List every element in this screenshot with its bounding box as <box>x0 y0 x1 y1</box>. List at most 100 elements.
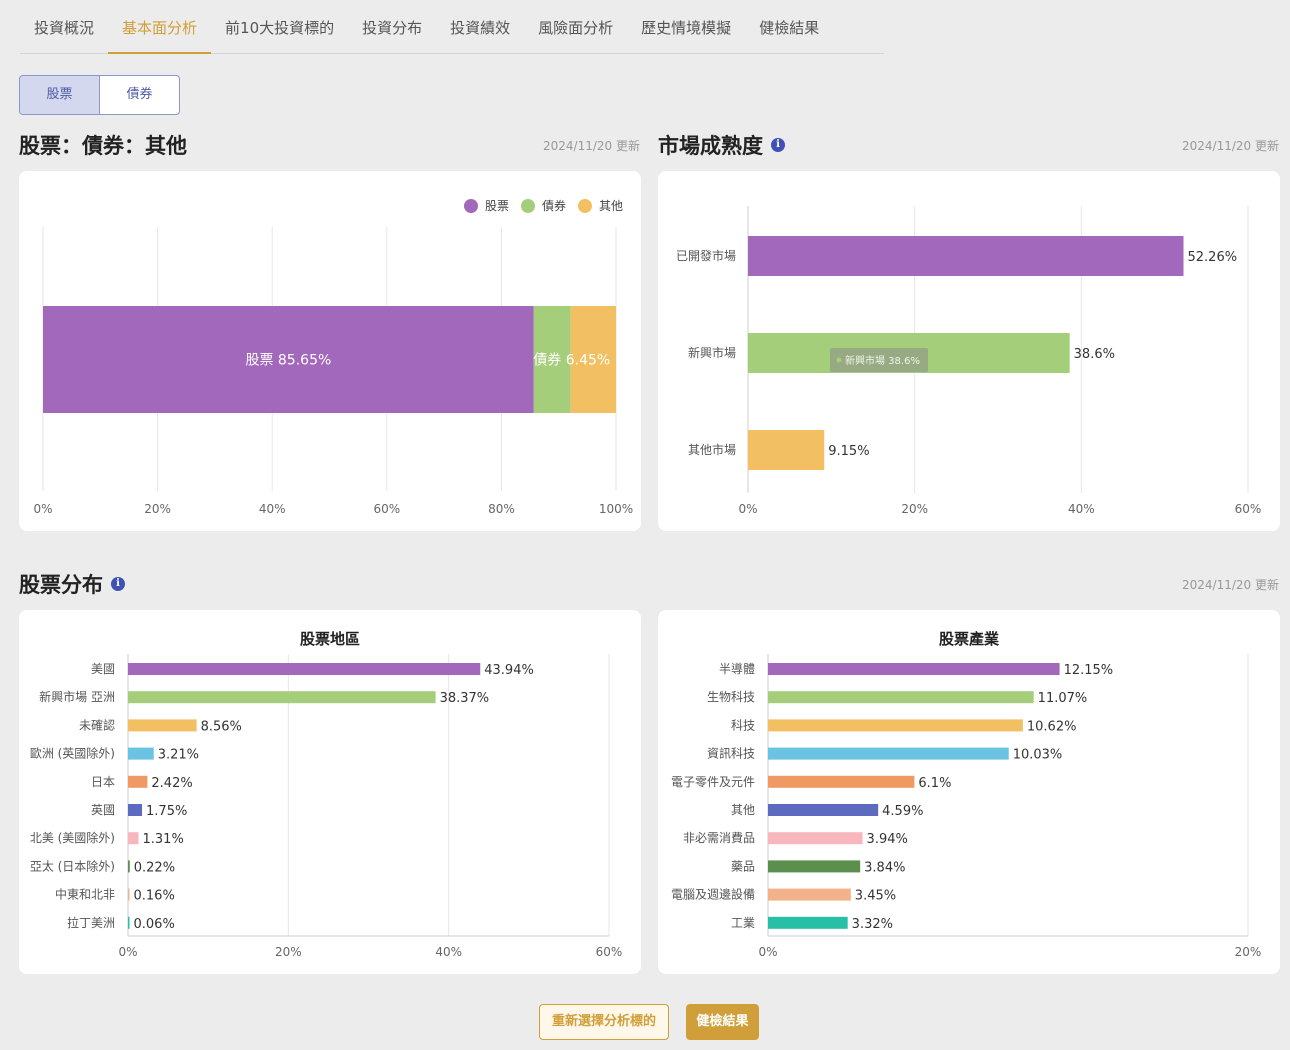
x-tick-label: 40% <box>435 945 462 959</box>
bar-data-label: 3.32% <box>852 917 893 932</box>
stock-region-chart-card: 股票地區 0% 20% 40% 60% 美國 43.94% 新興市場 亞洲 38.37% 未確認 8… <box>19 610 641 974</box>
bar <box>128 916 130 929</box>
y-tick-label: 藥品 <box>731 859 755 873</box>
bar-data-label: 1.31% <box>143 832 184 847</box>
tab-performance[interactable]: 投資績效 <box>436 0 524 54</box>
bar-data-label: 0.16% <box>134 889 175 904</box>
bar <box>128 663 481 675</box>
x-tick-label: 60% <box>596 945 623 959</box>
bar-data-label: 3.21% <box>158 748 199 763</box>
info-icon[interactable]: i <box>111 577 125 591</box>
bar <box>768 888 851 901</box>
reselect-target-button[interactable]: 重新選擇分析標的 <box>539 1004 669 1040</box>
stock-distribution-section-title: 股票分布 i <box>19 569 125 599</box>
tab-risk-analysis[interactable]: 風險面分析 <box>524 0 627 54</box>
y-tick-label: 半導體 <box>719 662 755 676</box>
allocation-title-text: 股票：債券：其他 <box>19 134 187 158</box>
y-tick-label: 科技 <box>731 718 755 732</box>
y-tick-label: 新興市場 亞洲 <box>39 689 115 704</box>
bar <box>768 691 1034 704</box>
stock-industry-bar-chart: 股票產業 0% 20% 半導體 12.15% 生物科技 11.07% 科技 10.62% 資訊科技… <box>671 630 1262 959</box>
allocation-updated-date: 2024/11/20 更新 <box>543 139 640 153</box>
x-tick-label: 20% <box>901 502 928 516</box>
chart-title: 股票地區 <box>300 630 360 648</box>
y-tick-label: 工業 <box>731 916 755 930</box>
x-tick-label: 20% <box>1235 945 1262 959</box>
y-tick-label: 已開發市場 <box>676 248 736 263</box>
legend-label: 債券 <box>542 198 566 213</box>
bar <box>128 804 143 816</box>
y-tick-label: 新興市場 <box>688 345 736 360</box>
x-tick-label: 0% <box>118 945 137 959</box>
bar-data-label: 1.75% <box>146 804 187 819</box>
bar <box>768 747 1009 760</box>
bar <box>768 663 1060 675</box>
x-tick-label: 80% <box>488 502 515 516</box>
bar <box>768 832 863 845</box>
bar-data-label: 38.37% <box>440 691 490 706</box>
y-tick-label: 其他 <box>731 803 755 817</box>
bar-data-label: 12.15% <box>1064 663 1114 678</box>
x-tick-label: 60% <box>1235 502 1262 516</box>
bar-data-label: 10.62% <box>1027 719 1077 734</box>
x-tick-label: 0% <box>33 502 52 516</box>
tab-top10-holdings[interactable]: 前10大投資標的 <box>211 0 348 54</box>
checkup-result-button[interactable]: 健檢結果 <box>686 1004 759 1040</box>
bar-data-label: 股票 85.65% <box>245 353 331 369</box>
tab-checkup-result[interactable]: 健檢結果 <box>745 0 833 54</box>
bar-data-label: 債券 6.45% <box>533 353 610 369</box>
tab-fundamental-analysis[interactable]: 基本面分析 <box>108 0 212 54</box>
bar <box>128 691 436 704</box>
y-tick-label: 其他市場 <box>688 442 736 457</box>
bar-data-label: 11.07% <box>1038 691 1088 706</box>
bond-toggle-button[interactable]: 債券 <box>100 76 179 114</box>
bar-data-label: 2.42% <box>151 776 192 791</box>
stock-industry-chart-card: 股票產業 0% 20% 半導體 12.15% 生物科技 11.07% 科技 10.62% 資訊科技… <box>658 610 1280 974</box>
legend-swatch <box>578 199 592 213</box>
bar <box>748 236 1184 276</box>
tab-distribution[interactable]: 投資分布 <box>348 0 436 54</box>
chart-title: 股票產業 <box>939 630 1000 648</box>
tooltip-marker <box>836 357 842 363</box>
main-tabs: 投資概況 基本面分析 前10大投資標的 投資分布 投資績效 風險面分析 歷史情境… <box>20 0 884 54</box>
bar-data-label: 3.45% <box>855 889 896 904</box>
legend-label: 股票 <box>485 199 509 213</box>
y-tick-label: 資訊科技 <box>707 746 755 761</box>
market-maturity-chart-card: 0% 20% 40% 60% 已開發市場 52.26% 新興市場 38.6% 其他市場 9.15%… <box>658 171 1280 531</box>
bar <box>768 775 915 788</box>
allocation-stacked-bar-chart: 0% 20% 40% 60% 80% 100% 股票 債券 其他股票 85.65% 債券 6.45… <box>33 198 633 516</box>
x-tick-label: 100% <box>599 502 633 516</box>
legend-swatch <box>464 199 478 213</box>
tab-overview[interactable]: 投資概況 <box>20 0 108 54</box>
bar-data-label: 0.06% <box>134 917 175 932</box>
bar <box>768 860 861 873</box>
allocation-chart-card: 0% 20% 40% 60% 80% 100% 股票 債券 其他 股票 85.65% 債券 6.45… <box>19 171 641 531</box>
bar-data-label: 43.94% <box>484 663 534 678</box>
legend-label: 其他 <box>599 199 623 213</box>
market-maturity-updated-date: 2024/11/20 更新 <box>1182 139 1279 153</box>
bar <box>128 860 130 873</box>
bar <box>128 719 197 732</box>
market-maturity-bar-chart: 0% 20% 40% 60% 已開發市場 52.26% 新興市場 38.6% 其他市場 9.15%… <box>676 206 1262 516</box>
y-tick-label: 未確認 <box>79 717 115 732</box>
market-maturity-section-title: 市場成熟度 i <box>658 130 785 160</box>
market-maturity-title-text: 市場成熟度 <box>658 134 763 158</box>
y-tick-label: 英國 <box>91 803 115 817</box>
info-icon[interactable]: i <box>771 138 785 152</box>
legend-swatch <box>521 199 535 213</box>
y-tick-label: 生物科技 <box>707 690 755 704</box>
bar-data-label: 4.59% <box>882 804 923 819</box>
x-tick-label: 20% <box>144 502 171 516</box>
tab-historical-simulation[interactable]: 歷史情境模擬 <box>627 0 745 54</box>
bar <box>128 747 154 760</box>
y-tick-label: 拉丁美洲 <box>67 915 115 930</box>
y-tick-label: 北美 (美國除外) <box>30 830 115 845</box>
stock-toggle-button[interactable]: 股票 <box>20 76 100 114</box>
x-tick-label: 40% <box>259 502 286 516</box>
bar <box>128 775 148 788</box>
bar-data-label: 9.15% <box>828 444 869 459</box>
y-tick-label: 美國 <box>91 662 115 676</box>
bar-data-label: 3.84% <box>864 860 905 875</box>
x-tick-label: 0% <box>738 502 757 516</box>
x-tick-label: 40% <box>1068 502 1095 516</box>
